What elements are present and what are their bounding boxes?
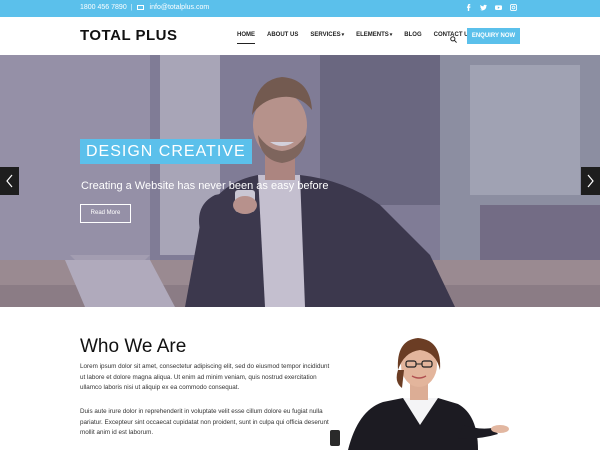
- contact-info: 1800 456 7890 | info@totalplus.com: [80, 4, 209, 11]
- slider-prev-button[interactable]: [0, 167, 19, 195]
- businesswoman-image: [330, 338, 509, 450]
- nav-item-home[interactable]: HOME: [237, 32, 261, 44]
- nav-item-services[interactable]: SERVICES▾: [304, 32, 350, 38]
- hero-subtitle: Creating a Website has never been as eas…: [81, 180, 329, 192]
- chevron-left-icon: [6, 174, 13, 188]
- site-logo[interactable]: TOTAL PLUS: [80, 27, 178, 44]
- separator: |: [130, 4, 133, 11]
- nav-item-elements[interactable]: ELEMENTS▾: [350, 32, 398, 38]
- search-icon[interactable]: [450, 30, 457, 43]
- read-more-button[interactable]: Read More: [80, 204, 131, 223]
- about-title: Who We Are: [80, 336, 187, 357]
- slider-next-button[interactable]: [581, 167, 600, 195]
- nav-item-blog[interactable]: BLOG: [398, 32, 427, 38]
- twitter-icon[interactable]: [480, 4, 487, 13]
- instagram-icon[interactable]: [510, 4, 518, 13]
- nav-item-about-us[interactable]: ABOUT US: [261, 32, 304, 38]
- chevron-down-icon: ▾: [389, 32, 393, 38]
- chevron-down-icon: ▾: [341, 32, 345, 38]
- enquiry-now-button[interactable]: ENQUIRY NOW: [467, 28, 520, 44]
- chevron-right-icon: [587, 174, 594, 188]
- mail-icon: [136, 5, 144, 10]
- site-header: TOTAL PLUS HOME ABOUT US SERVICES▾ ELEME…: [0, 17, 600, 55]
- about-paragraph: Duis aute irure dolor in reprehenderit i…: [80, 408, 329, 436]
- facebook-icon[interactable]: [465, 4, 472, 13]
- top-bar: 1800 456 7890 | info@totalplus.com: [0, 0, 600, 17]
- youtube-icon[interactable]: [495, 4, 502, 13]
- about-paragraph: Lorem ipsum dolor sit amet, consectetur …: [80, 363, 330, 391]
- hero-title: DESIGN CREATIVE: [80, 139, 252, 164]
- hero-slider: DESIGN CREATIVE Creating a Website has n…: [0, 55, 600, 307]
- social-links: [465, 4, 518, 13]
- main-nav: HOME ABOUT US SERVICES▾ ELEMENTS▾ BLOG C…: [237, 32, 479, 44]
- phone-number[interactable]: 1800 456 7890: [80, 4, 127, 11]
- email-link[interactable]: info@totalplus.com: [150, 4, 210, 11]
